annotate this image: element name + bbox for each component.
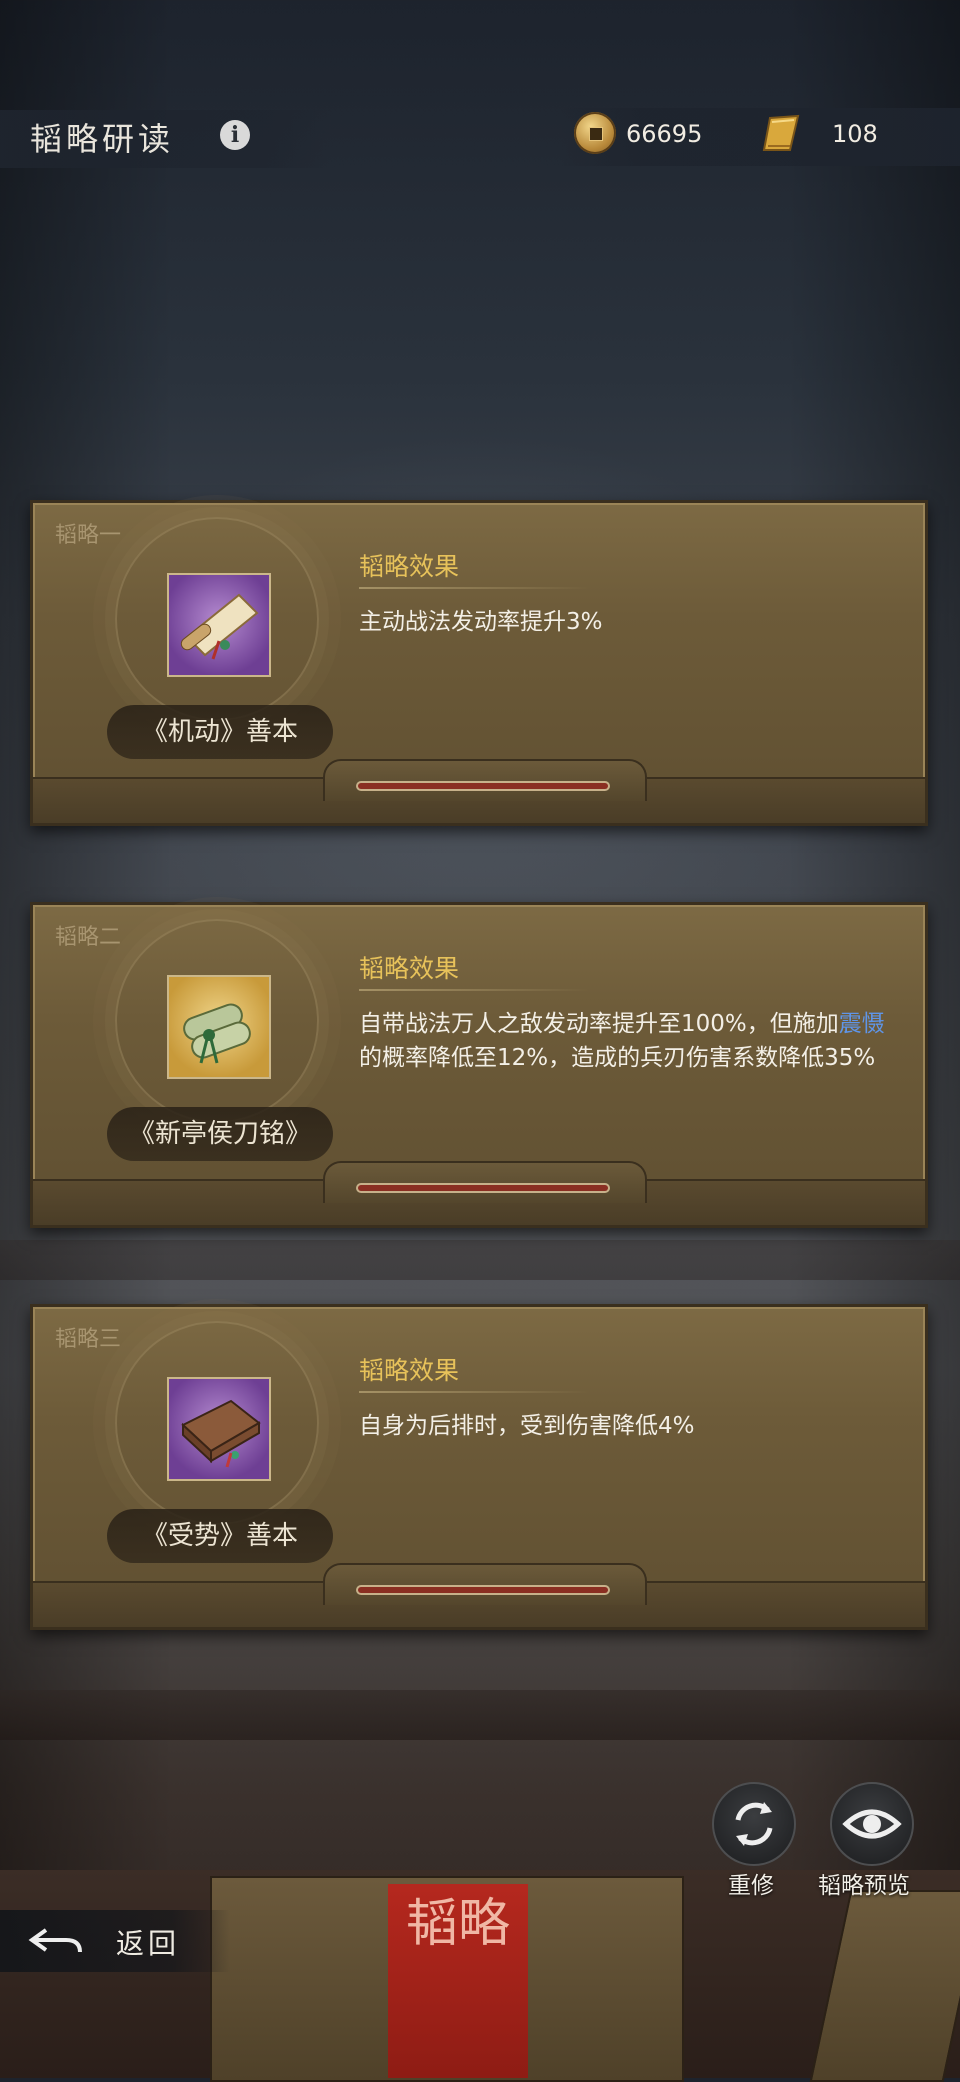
footer-rod <box>358 1587 608 1593</box>
reset-button[interactable] <box>712 1782 796 1866</box>
effect-description: 自带战法万人之敌发动率提升至100%，但施加震慑的概率降低至12%，造成的兵刃伤… <box>359 1007 899 1075</box>
effect-text-part: 的概率降低至12%，造成的兵刃伤害系数降低35% <box>359 1045 876 1071</box>
effect-description: 主动战法发动率提升3% <box>359 609 603 635</box>
coin-count: 66695 <box>626 120 703 148</box>
footer-plate <box>323 1161 647 1203</box>
effect-title: 韬略效果 <box>359 1356 460 1385</box>
page-title: 韬略研读 <box>30 120 175 158</box>
back-label: 返回 <box>116 1927 181 1960</box>
keyword-link[interactable]: 震慑 <box>839 1011 885 1037</box>
divider <box>359 989 589 991</box>
item-slot[interactable] <box>167 573 271 677</box>
refresh-icon <box>735 1802 773 1846</box>
bamboo-scroll-icon <box>183 1003 251 1064</box>
card-footer <box>33 1161 925 1225</box>
card-tag: 韬略二 <box>55 925 122 950</box>
item-name: 《机动》善本 <box>107 705 333 759</box>
card-footer <box>33 759 925 823</box>
book-cover-label: 韬略 <box>388 1884 528 2078</box>
strategy-card-2[interactable]: 韬略二 《新亭侯刀铭》 韬略效果 自带战法万人之敌发动率提升至100%，但施加震… <box>30 902 928 1228</box>
info-icon[interactable]: i <box>220 120 250 150</box>
coin-icon <box>574 112 616 154</box>
footer-plate <box>323 759 647 801</box>
item-name: 《受势》善本 <box>107 1509 333 1563</box>
effect-title: 韬略效果 <box>359 552 460 581</box>
scroll-currency-icon <box>762 114 800 151</box>
footer-rod <box>358 1185 608 1191</box>
preview-button[interactable] <box>830 1782 914 1866</box>
scroll-count: 108 <box>832 120 878 148</box>
eye-icon <box>842 1809 902 1839</box>
effect-text-part: 自带战法万人之敌发动率提升至100%，但施加 <box>359 1011 839 1037</box>
divider <box>359 1391 589 1393</box>
footer-plate <box>323 1563 647 1605</box>
item-name: 《新亭侯刀铭》 <box>107 1107 333 1161</box>
effect-title: 韬略效果 <box>359 954 460 983</box>
effect-description: 自身为后排时，受到伤害降低4% <box>359 1413 695 1439</box>
background-beam <box>0 1240 960 1280</box>
scroll-item-icon <box>180 593 259 660</box>
preview-label: 韬略预览 <box>818 1873 910 1899</box>
divider <box>359 587 589 589</box>
item-slot[interactable] <box>167 975 271 1079</box>
item-slot[interactable] <box>167 1377 271 1481</box>
strategy-card-3[interactable]: 韬略三 《受势》善本 韬略效果 自身为后排时，受到伤害降低4% <box>30 1304 928 1630</box>
back-arrow-icon <box>28 1928 82 1953</box>
strategy-card-1[interactable]: 韬略一 《机动》善本 韬略效果 主动战法发动率提升3% <box>30 500 928 826</box>
card-tag: 韬略三 <box>55 1327 122 1352</box>
book-item-icon <box>181 1399 261 1468</box>
card-footer <box>33 1563 925 1627</box>
footer-rod <box>358 783 608 789</box>
background-beam <box>0 1690 960 1740</box>
reset-label: 重修 <box>728 1873 774 1899</box>
card-tag: 韬略一 <box>55 523 122 548</box>
